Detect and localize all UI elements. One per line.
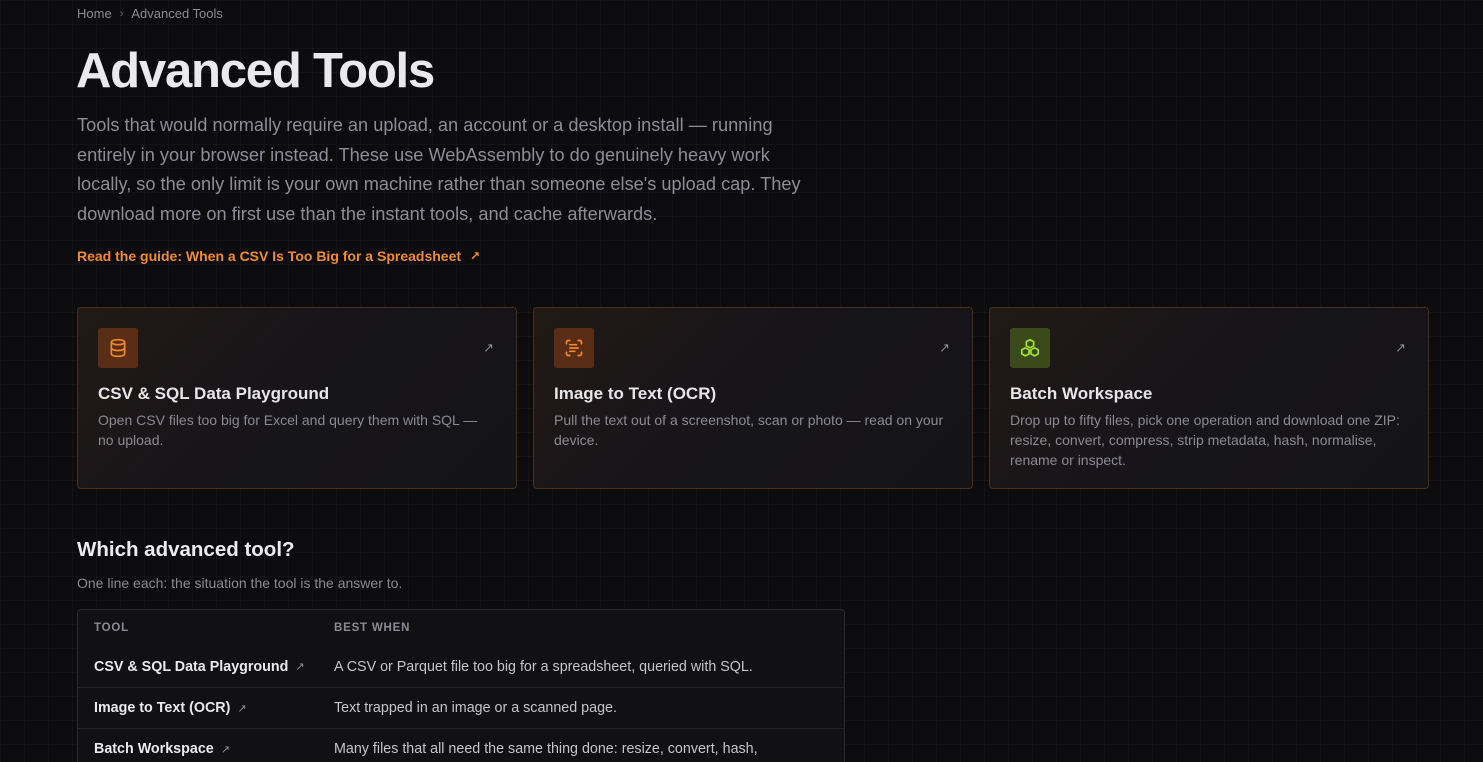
- breadcrumb-current: Advanced Tools: [131, 6, 223, 21]
- section-subtitle: One line each: the situation the tool is…: [77, 575, 403, 591]
- section-title: Which advanced tool?: [77, 538, 295, 561]
- card-title: Image to Text (OCR): [554, 384, 717, 403]
- arrow-up-right-icon: ↗: [483, 340, 494, 355]
- arrow-up-right-icon: ↗: [1395, 340, 1406, 355]
- column-header-best-when: BEST WHEN: [334, 622, 411, 634]
- breadcrumb-home-link[interactable]: Home: [77, 6, 112, 21]
- table-row-tool-link[interactable]: CSV & SQL Data Playground ↗: [78, 659, 318, 675]
- card-title: Batch Workspace: [1010, 384, 1153, 403]
- page-title: Advanced Tools: [76, 44, 435, 98]
- card-title: CSV & SQL Data Playground: [98, 384, 330, 403]
- arrow-up-right-icon: ↗: [939, 340, 950, 355]
- tool-card-csv-sql[interactable]: ↗ CSV & SQL Data Playground Open CSV fil…: [77, 307, 517, 489]
- table-row: Image to Text (OCR) ↗ Text trapped in an…: [78, 687, 844, 728]
- table-row: Batch Workspace ↗ Many files that all ne…: [78, 728, 844, 762]
- best-when-text: Text trapped in an image or a scanned pa…: [334, 700, 617, 716]
- scan-text-icon: [554, 328, 594, 368]
- tool-card-ocr[interactable]: ↗ Image to Text (OCR) Pull the text out …: [533, 307, 973, 489]
- card-description: Drop up to fifty files, pick one operati…: [1010, 412, 1400, 468]
- tool-name: CSV & SQL Data Playground: [94, 658, 289, 675]
- page-intro: Tools that would normally require an upl…: [77, 115, 801, 224]
- best-when-text: Many files that all need the same thing …: [334, 741, 758, 757]
- table-row: CSV & SQL Data Playground ↗ A CSV or Par…: [78, 646, 844, 687]
- table-row-tool-link[interactable]: Image to Text (OCR) ↗: [78, 700, 318, 716]
- tool-cards: ↗ CSV & SQL Data Playground Open CSV fil…: [77, 307, 1429, 489]
- tool-card-batch[interactable]: ↗ Batch Workspace Drop up to fifty files…: [989, 307, 1429, 489]
- arrow-up-right-icon: ↗: [220, 743, 230, 756]
- card-description: Pull the text out of a screenshot, scan …: [554, 412, 944, 448]
- guide-link[interactable]: Read the guide: When a CSV Is Too Big fo…: [77, 248, 480, 264]
- card-description: Open CSV files too big for Excel and que…: [98, 412, 478, 448]
- breadcrumb: Home › Advanced Tools: [77, 6, 223, 21]
- best-when-text: A CSV or Parquet file too big for a spre…: [334, 658, 753, 675]
- tool-name: Batch Workspace: [94, 741, 214, 757]
- guide-link-label: Read the guide: When a CSV Is Too Big fo…: [77, 248, 462, 264]
- breadcrumb-separator: ›: [119, 7, 124, 20]
- table-header: TOOL BEST WHEN: [78, 610, 844, 646]
- database-icon: [98, 328, 138, 368]
- table-row-tool-link[interactable]: Batch Workspace ↗: [78, 741, 318, 757]
- column-header-tool: TOOL: [94, 622, 129, 634]
- boxes-icon: [1010, 328, 1050, 368]
- tool-name: Image to Text (OCR): [94, 700, 231, 716]
- tools-table: TOOL BEST WHEN CSV & SQL Data Playground…: [77, 609, 845, 762]
- arrow-up-right-icon: ↗: [237, 702, 247, 715]
- arrow-up-right-icon: ↗: [295, 661, 305, 673]
- external-arrow-icon: ↗: [470, 249, 481, 263]
